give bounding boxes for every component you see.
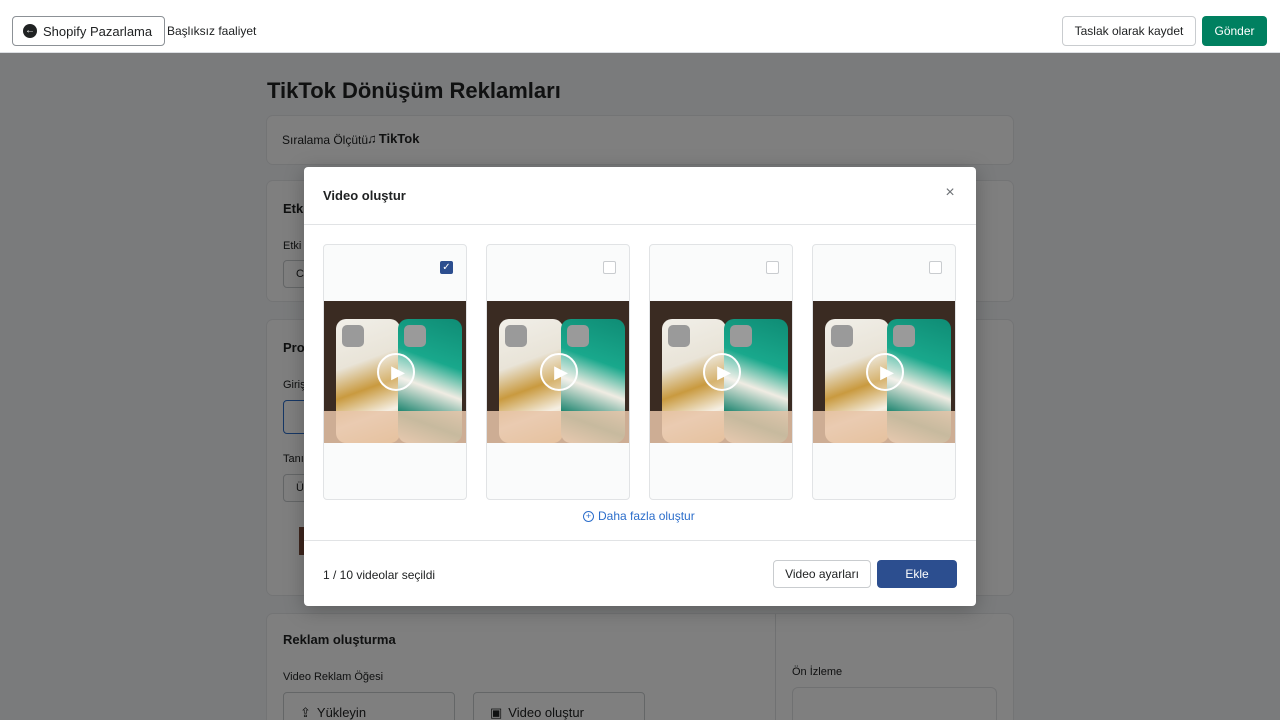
hand-graphic xyxy=(813,411,955,443)
close-icon[interactable]: × xyxy=(942,185,958,201)
breadcrumb-title: Başlıksız faaliyet xyxy=(167,24,257,38)
play-icon[interactable]: ▶ xyxy=(866,353,904,391)
video-checkbox[interactable] xyxy=(603,261,616,274)
save-draft-button[interactable]: Taslak olarak kaydet xyxy=(1062,16,1196,46)
send-button[interactable]: Gönder xyxy=(1202,16,1267,46)
hand-graphic xyxy=(487,411,629,443)
camera-module xyxy=(404,325,426,347)
modal-divider-top xyxy=(304,224,976,225)
selected-count: 1 / 10 videolar seçildi xyxy=(323,568,436,582)
camera-module xyxy=(730,325,752,347)
camera-module xyxy=(893,325,915,347)
camera-module xyxy=(342,325,364,347)
camera-module xyxy=(668,325,690,347)
video-thumbnail: ▶ xyxy=(813,301,955,443)
video-checkbox[interactable] xyxy=(929,261,942,274)
hand-graphic xyxy=(324,411,466,443)
arrow-left-icon: ← xyxy=(23,24,37,38)
video-card[interactable]: ▶ xyxy=(486,244,630,500)
video-thumbnail: ▶ xyxy=(324,301,466,443)
modal-divider-bottom xyxy=(304,540,976,541)
plus-circle-icon: + xyxy=(583,510,594,522)
create-more-link[interactable]: + Daha fazla oluştur xyxy=(583,509,695,523)
video-card[interactable]: ✓ ▶ xyxy=(323,244,467,500)
back-button-label: Shopify Pazarlama xyxy=(43,23,153,39)
video-checkbox-checked[interactable]: ✓ xyxy=(440,261,453,274)
top-bar: ← Shopify Pazarlama Başlıksız faaliyet T… xyxy=(0,0,1280,53)
video-card[interactable]: ▶ xyxy=(812,244,956,500)
video-settings-button[interactable]: Video ayarları xyxy=(773,560,871,588)
camera-module xyxy=(831,325,853,347)
video-thumbnail: ▶ xyxy=(487,301,629,443)
camera-module xyxy=(505,325,527,347)
modal-title: Video oluştur xyxy=(323,188,406,203)
top-strip xyxy=(0,0,1280,8)
camera-module xyxy=(567,325,589,347)
video-card[interactable]: ▶ xyxy=(649,244,793,500)
hand-graphic xyxy=(650,411,792,443)
video-create-modal: Video oluştur × ✓ ▶ ▶ ▶ ▶ + Daha fazla o… xyxy=(304,167,976,606)
create-more-label: Daha fazla oluştur xyxy=(598,509,695,523)
play-icon[interactable]: ▶ xyxy=(540,353,578,391)
video-thumbnail: ▶ xyxy=(650,301,792,443)
play-icon[interactable]: ▶ xyxy=(377,353,415,391)
add-button[interactable]: Ekle xyxy=(877,560,957,588)
back-button[interactable]: ← Shopify Pazarlama xyxy=(12,16,166,46)
play-icon[interactable]: ▶ xyxy=(703,353,741,391)
video-checkbox[interactable] xyxy=(766,261,779,274)
